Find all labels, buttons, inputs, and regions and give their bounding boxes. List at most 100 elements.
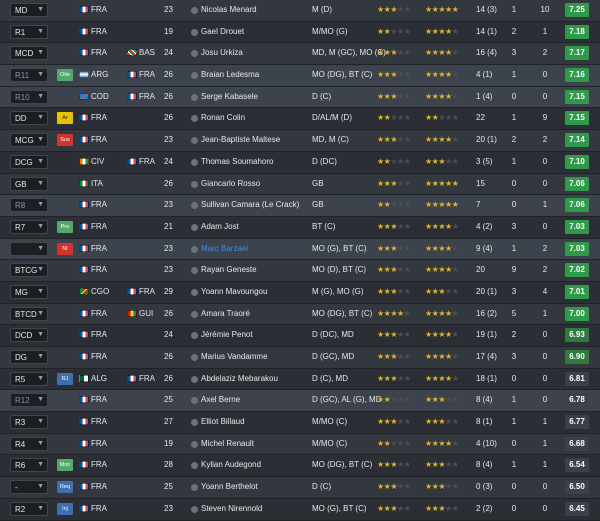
player-name[interactable]: Serge Kabasele: [201, 91, 258, 103]
player-row[interactable]: R4 ▼ FRA 19 Michel Renault M/MO (C) ★★★★★ ★★★★★…: [0, 433, 600, 456]
potential-ability-stars: ★★★★★: [425, 26, 459, 36]
position-select[interactable]: MCG ▼: [10, 133, 48, 148]
age: 23: [164, 265, 173, 275]
chevron-down-icon: ▼: [37, 136, 44, 144]
potential-ability-stars: ★★★★★: [425, 438, 459, 448]
player-row[interactable]: R3 ▼ FRA 27 Elliot Billaud M/MO (C) ★★★★★ ★★★★★…: [0, 412, 600, 434]
chevron-down-icon: ▼: [37, 331, 44, 339]
player-name[interactable]: Marc Barzaei: [201, 243, 248, 255]
player-row[interactable]: R5 ▼ RJ ALG FRA 26 Abdelaziz Mebarakou D (C), M…: [0, 368, 600, 391]
player-name[interactable]: Ronan Colin: [201, 112, 245, 124]
player-icon: [191, 223, 198, 231]
player-name[interactable]: Amara Traoré: [201, 308, 250, 320]
position-select[interactable]: MD ▼: [10, 3, 48, 17]
position-select[interactable]: R1 ▼: [10, 24, 48, 39]
position-select[interactable]: R11 ▼: [10, 68, 48, 83]
chevron-down-icon: ▼: [37, 374, 44, 382]
player-row[interactable]: BTCD ▼ FRA GUI 26 Amara Traoré MO (DG), BT (C)…: [0, 303, 600, 326]
player-name[interactable]: Kylian Audegond: [201, 459, 261, 471]
player-name[interactable]: Yoann Berthelot: [201, 481, 258, 493]
player-position: D (GC), MD: [312, 352, 355, 361]
player-row[interactable]: BTCG ▼ FRA 23 Rayan Geneste MO (D), BT (C) ★★★…: [0, 260, 600, 282]
appearances: 20 (1): [476, 135, 497, 145]
position-select[interactable]: DD ▼: [10, 111, 48, 126]
position-select[interactable]: MCD ▼: [10, 46, 48, 61]
position-select[interactable]: R10 ▼: [10, 89, 48, 104]
player-name[interactable]: Sullivan Camara (Le Crack): [201, 199, 299, 211]
nationality-flag-icon: [79, 439, 89, 447]
player-name[interactable]: Jean-Baptiste Maltese: [201, 134, 280, 146]
player-name[interactable]: Marius Vandamme: [201, 351, 268, 363]
position-select[interactable]: R2 ▼: [10, 501, 48, 516]
player-row[interactable]: R10 ▼ COD FRA 26 Serge Kabasele D (C) ★★★★★ ★★★★…: [0, 86, 600, 109]
player-row[interactable]: MCD ▼ FRA BAS 24 Josu Urkiza MD, M (GC), MO (C…: [0, 43, 600, 66]
average-rating: 7.15: [565, 89, 589, 104]
position-select[interactable]: R8 ▼: [10, 198, 48, 213]
player-row[interactable]: DG ▼ FRA 26 Marius Vandamme D (GC), MD ★★★★★ ★★…: [0, 347, 600, 369]
player-name[interactable]: Nicolas Menard: [201, 4, 257, 16]
player-name[interactable]: Yoann Mavoungou: [201, 286, 267, 298]
nationality: FRA: [91, 438, 107, 448]
player-name[interactable]: Jérémie Penot: [201, 329, 253, 341]
second-nationality-flag-icon: [127, 71, 137, 79]
position-select[interactable]: MG ▼: [10, 284, 48, 299]
nationality: FRA: [91, 243, 107, 253]
player-name[interactable]: Giancarlo Rosso: [201, 178, 260, 190]
appearances: 4 (1): [476, 70, 493, 80]
nationality-flag-icon: [79, 157, 89, 165]
player-row[interactable]: R11 ▼ Otie ARG FRA 26 Braian Ledesma MO (DG), B…: [0, 65, 600, 87]
player-name[interactable]: Abdelaziz Mebarakou: [201, 373, 278, 385]
player-row[interactable]: DD ▼ Ar FRA 26 Ronan Colin D/AL/M (D) ★★★★★ ★★★★…: [0, 108, 600, 131]
current-ability-stars: ★★★★★: [377, 135, 411, 145]
position-select[interactable]: BTCG ▼: [10, 263, 48, 278]
player-name[interactable]: Elliot Billaud: [201, 416, 245, 428]
player-row[interactable]: R6 ▼ Mon FRA 28 Kylian Audegond MO (DG), BT (C…: [0, 455, 600, 478]
position-select[interactable]: DG ▼: [10, 350, 48, 364]
player-row[interactable]: MCG ▼ Sus FRA 23 Jean-Baptiste Maltese MD, M (…: [0, 130, 600, 152]
assists: 4: [542, 286, 548, 296]
player-name[interactable]: Thomas Soumahoro: [201, 156, 273, 168]
player-name[interactable]: Steven Nirennold: [201, 503, 262, 515]
position-select[interactable]: R6 ▼: [10, 458, 48, 473]
player-row[interactable]: - ▼ Req FRA 25 Yoann Berthelot D (C) ★★★★★ ★★★★★…: [0, 477, 600, 499]
position-select[interactable]: R12 ▼: [10, 393, 48, 408]
position-select[interactable]: R5 ▼: [10, 371, 48, 386]
position-select[interactable]: BTCD ▼: [10, 306, 48, 321]
player-row[interactable]: R8 ▼ FRA 23 Sullivan Camara (Le Crack) GB ★★★★…: [0, 195, 600, 217]
player-name[interactable]: Axel Berne: [201, 394, 240, 406]
player-name[interactable]: Michel Renault: [201, 438, 254, 450]
position-select[interactable]: R4 ▼: [10, 436, 48, 451]
player-name[interactable]: Josu Urkiza: [201, 47, 243, 59]
position-select[interactable]: DCG ▼: [10, 154, 48, 169]
player-name[interactable]: Gael Drouet: [201, 26, 244, 38]
assists: 1: [542, 417, 548, 427]
appearances: 18 (1): [476, 373, 497, 383]
appearances: 16 (4): [476, 48, 497, 58]
nationality: ALG: [91, 373, 108, 383]
position-select[interactable]: ▼: [10, 241, 48, 256]
position-select[interactable]: R7 ▼: [10, 219, 48, 234]
position-select[interactable]: - ▼: [10, 480, 48, 495]
goals: 1: [511, 70, 517, 80]
player-name[interactable]: Braian Ledesma: [201, 69, 259, 81]
goals: 0: [511, 482, 517, 492]
position-select[interactable]: DCD ▼: [10, 328, 48, 343]
player-row[interactable]: ▼ Nl FRA 23 Marc Barzaei MO (G), BT (C) ★★★★★ ★…: [0, 238, 600, 261]
second-nationality: FRA: [139, 70, 155, 80]
player-row[interactable]: MG ▼ CGO FRA 29 Yoann Mavoungou M (G), MO (G) ★…: [0, 281, 600, 304]
age: 23: [164, 503, 173, 513]
player-row[interactable]: R1 ▼ FRA 19 Gael Drouet M/MO (G) ★★★★★ ★★★★★ 14 …: [0, 21, 600, 44]
position-select[interactable]: GB ▼: [10, 176, 48, 191]
player-row[interactable]: MD ▼ FRA 23 Nicolas Menard M (D) ★★★★★ ★★★★★ 14 …: [0, 0, 600, 22]
player-row[interactable]: R12 ▼ FRA 25 Axel Berne D (GC), AL (G), MD ★★★…: [0, 390, 600, 413]
player-row[interactable]: DCD ▼ FRA 24 Jérémie Penot D (DC), MD ★★★★★ ★★★…: [0, 325, 600, 347]
nationality-flag-icon: [79, 309, 89, 317]
player-row[interactable]: R2 ▼ Inj FRA 23 Steven Nirennold MO (G), BT (C…: [0, 498, 600, 521]
player-name[interactable]: Rayan Geneste: [201, 264, 257, 276]
player-row[interactable]: R7 ▼ Pro FRA 21 Adam Jost BT (C) ★★★★★ ★★★★★ 4 (2…: [0, 216, 600, 239]
goals: 1: [511, 395, 517, 405]
player-row[interactable]: DCG ▼ CIV FRA 24 Thomas Soumahoro D (DC) ★★★★★ ★…: [0, 151, 600, 174]
player-name[interactable]: Adam Jost: [201, 221, 239, 233]
player-row[interactable]: GB ▼ ITA 26 Giancarlo Rosso GB ★★★★★ ★★★★★ 15 0 0 7…: [0, 173, 600, 196]
position-select[interactable]: R3 ▼: [10, 415, 48, 430]
